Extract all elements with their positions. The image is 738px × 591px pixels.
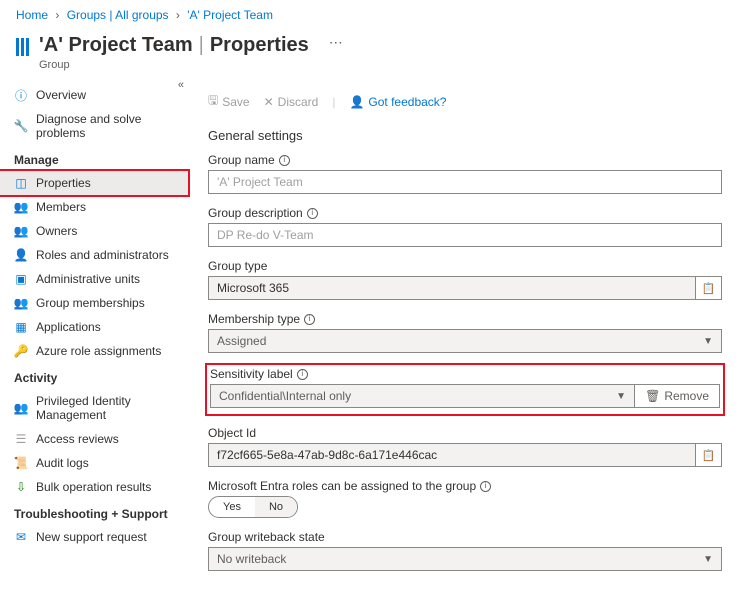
membership-label: Membership type [208,312,300,326]
breadcrumb: Home › Groups | All groups › 'A' Project… [0,0,738,30]
nav-diagnose[interactable]: 🔧 Diagnose and solve problems [0,107,192,145]
membership-select[interactable]: Assigned ▼ [208,329,722,353]
nav-section-troubleshoot: Troubleshooting + Support [0,499,192,525]
nav-roles[interactable]: 👤 Roles and administrators [0,243,192,267]
section-title: General settings [208,128,722,143]
admin-units-icon: ▣ [14,272,28,286]
group-desc-label: Group description [208,206,303,220]
info-icon[interactable]: i [304,314,315,325]
trash-icon: 🗑 [645,389,660,403]
applications-icon: ▦ [14,320,28,334]
access-reviews-icon: ☰ [14,432,28,446]
chevron-right-icon: › [176,8,180,22]
nav-section-manage: Manage [0,145,192,171]
info-icon[interactable]: i [307,208,318,219]
audit-logs-icon: 📜 [14,456,28,470]
nav-bulk-op[interactable]: ⇩ Bulk operation results [0,475,192,499]
entra-roles-label: Microsoft Entra roles can be assigned to… [208,479,476,493]
writeback-label: Group writeback state [208,530,325,544]
pim-icon: 👥 [14,401,28,415]
nav-access-reviews[interactable]: ☰ Access reviews [0,427,192,451]
info-icon: ⓘ [14,88,28,102]
nav-pim[interactable]: 👥 Privileged Identity Management [0,389,192,427]
group-type-input [208,276,696,300]
chevron-right-icon: › [55,8,59,22]
more-menu-button[interactable]: ⋯ [329,34,343,51]
nav-section-activity: Activity [0,363,192,389]
copy-icon: 📋 [702,282,716,295]
sidebar: « ⓘ Overview 🔧 Diagnose and solve proble… [0,79,192,591]
wrench-icon: 🔧 [14,119,28,133]
members-icon: 👥 [14,200,28,214]
key-icon: 🔑 [14,344,28,358]
remove-sensitivity-button[interactable]: 🗑 Remove [635,384,720,408]
object-id-input [208,443,696,467]
support-icon: ✉ [14,530,28,544]
info-icon[interactable]: i [297,369,308,380]
page-header: 'A' Project Team|Properties Group ⋯ [0,30,738,79]
chevron-down-icon: ▼ [703,336,713,347]
toggle-no: No [255,497,297,517]
object-id-label: Object Id [208,426,256,440]
info-icon[interactable]: i [279,155,290,166]
discard-button: ✕ Discard [264,95,319,109]
breadcrumb-home[interactable]: Home [16,8,48,22]
sensitivity-select[interactable]: Confidential\Internal only ▼ [210,384,635,408]
save-icon: 🖫 [208,91,218,112]
page-subtitle: Group [39,59,309,71]
copy-group-type-button[interactable]: 📋 [696,276,722,300]
toggle-yes: Yes [209,497,255,517]
discard-icon: ✕ [264,95,274,109]
properties-icon: ◫ [14,176,28,190]
save-button: 🖫 Save [208,91,250,112]
sensitivity-label: Sensitivity label [210,367,293,381]
nav-new-support[interactable]: ✉ New support request [0,525,192,549]
chevron-down-icon: ▼ [703,554,713,565]
divider: | [332,95,335,109]
page-title: 'A' Project Team|Properties [39,34,309,57]
content-panel: 🖫 Save ✕ Discard | 👤 Got feedback? Gener… [192,79,738,591]
nav-applications[interactable]: ▦ Applications [0,315,192,339]
entra-roles-toggle[interactable]: Yes No [208,496,298,518]
bulk-op-icon: ⇩ [14,480,28,494]
group-desc-input[interactable] [208,223,722,247]
group-type-label: Group type [208,259,267,273]
group-name-input[interactable] [208,170,722,194]
feedback-link[interactable]: 👤 Got feedback? [349,95,446,109]
group-icon [16,38,29,56]
roles-icon: 👤 [14,248,28,262]
copy-icon: 📋 [702,449,716,462]
group-memberships-icon: 👥 [14,296,28,310]
nav-properties[interactable]: ◫ Properties [0,171,188,195]
copy-object-id-button[interactable]: 📋 [696,443,722,467]
nav-overview[interactable]: ⓘ Overview [0,83,192,107]
nav-owners[interactable]: 👥 Owners [0,219,192,243]
nav-audit-logs[interactable]: 📜 Audit logs [0,451,192,475]
chevron-down-icon: ▼ [616,391,626,402]
nav-admin-units[interactable]: ▣ Administrative units [0,267,192,291]
info-icon[interactable]: i [480,481,491,492]
nav-azure-role[interactable]: 🔑 Azure role assignments [0,339,192,363]
group-name-label: Group name [208,153,275,167]
breadcrumb-groups[interactable]: Groups | All groups [67,8,169,22]
nav-members[interactable]: 👥 Members [0,195,192,219]
owners-icon: 👥 [14,224,28,238]
toolbar: 🖫 Save ✕ Discard | 👤 Got feedback? [208,87,722,122]
feedback-icon: 👤 [349,95,364,109]
collapse-sidebar-button[interactable]: « [178,79,184,91]
breadcrumb-current[interactable]: 'A' Project Team [187,8,273,22]
nav-group-memberships[interactable]: 👥 Group memberships [0,291,192,315]
